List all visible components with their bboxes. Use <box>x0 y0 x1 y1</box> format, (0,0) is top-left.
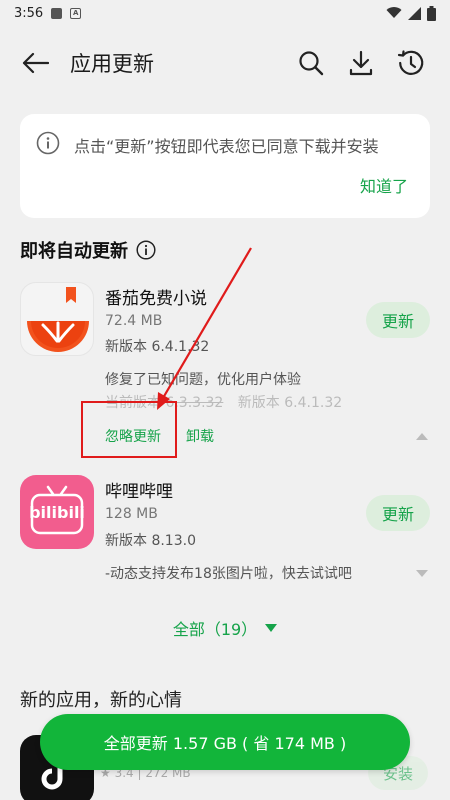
search-icon <box>299 51 324 76</box>
new-apps-section-title: 新的应用，新的心情 <box>20 690 182 711</box>
changelog-text: 修复了已知问题，优化用户体验 <box>105 372 301 388</box>
app-name: 番茄免费小说 <box>105 289 207 309</box>
signal-icon <box>408 6 421 20</box>
uninstall-button[interactable]: 卸载 <box>186 426 214 446</box>
download-button[interactable] <box>336 43 386 83</box>
collapse-caret-icon[interactable] <box>416 433 428 440</box>
fanqie-app-icon <box>20 282 94 356</box>
annotation-highlight-box <box>81 401 177 458</box>
battery-icon <box>427 5 436 21</box>
consent-notice-card: 点击“更新”按钮即代表您已同意下载并安装 知道了 <box>20 114 430 218</box>
changelog-text: -动态支持发布18张图片啦，快去试试吧 <box>105 566 352 582</box>
bilibili-logo-text: bilibili <box>29 503 85 522</box>
update-button[interactable]: 更新 <box>366 495 430 531</box>
update-button[interactable]: 更新 <box>366 302 430 338</box>
app-name: 哔哩哔哩 <box>105 482 173 502</box>
page-title: 应用更新 <box>70 52 154 76</box>
a-notification-icon: A <box>70 7 82 19</box>
history-button[interactable] <box>386 43 436 83</box>
app-size: 128 MB <box>105 506 158 522</box>
consent-notice-text: 点击“更新”按钮即代表您已同意下载并安装 <box>74 137 379 156</box>
auto-update-section-label: 即将自动更新 <box>20 241 128 262</box>
info-icon <box>36 131 60 155</box>
wifi-icon <box>386 7 402 19</box>
app-bar: 应用更新 <box>0 26 450 100</box>
show-all-button[interactable]: 全部（19） <box>0 616 450 640</box>
app-item-bilibili: bilibili 哔哩哔哩 128 MB 新版本 8.13.0 更新 -动态支持… <box>20 475 432 585</box>
bilibili-app-icon: bilibili <box>20 475 94 549</box>
status-bar: 3:56 A <box>0 0 450 26</box>
got-it-button[interactable]: 知道了 <box>360 173 408 197</box>
show-all-label: 全部（19） <box>172 620 258 639</box>
status-time: 3:56 <box>14 5 44 21</box>
app-size: 72.4 MB <box>105 313 163 329</box>
update-all-button[interactable]: 全部更新 1.57 GB ( 省 174 MB ) <box>40 714 410 770</box>
new-version-detail: 新版本 6.4.1.32 <box>237 395 343 411</box>
chevron-down-icon <box>265 624 278 632</box>
arrow-left-icon <box>22 52 49 74</box>
expand-caret-icon[interactable] <box>416 570 428 577</box>
search-button[interactable] <box>286 43 336 83</box>
download-icon <box>349 50 373 76</box>
app-new-version: 新版本 6.4.1.32 <box>105 339 210 355</box>
back-button[interactable] <box>18 46 52 80</box>
auto-update-section-title: 即将自动更新 <box>20 237 156 263</box>
notification-icon <box>51 7 63 19</box>
history-clock-icon <box>397 50 424 75</box>
app-new-version: 新版本 8.13.0 <box>105 533 196 549</box>
info-icon[interactable] <box>136 240 156 260</box>
